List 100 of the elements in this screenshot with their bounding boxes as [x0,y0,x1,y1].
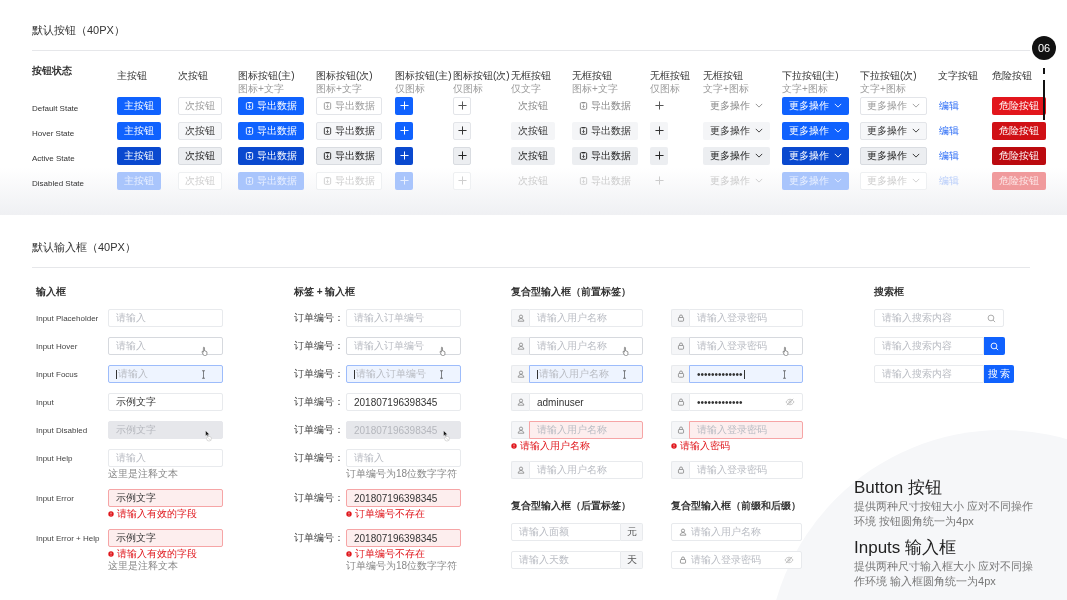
input-field[interactable]: 请输入用户名称 [529,309,643,327]
button[interactable]: 主按钮 [117,121,161,140]
button[interactable]: 次按钮 [178,121,222,140]
input-field[interactable]: 示例文字 [108,489,223,507]
input-field[interactable]: 请输入搜索内容 [874,365,984,383]
input-field[interactable]: 请输入用户名称 [671,523,802,541]
chevron-down-icon [912,128,920,133]
note-title: Button 按钮 [854,477,943,499]
group-title: 搜索框 [874,286,904,297]
error-message: 请输入有效的字段 [117,508,197,519]
input-field[interactable]: 请输入用户名称 [529,337,643,355]
input-field[interactable]: adminuser [529,393,643,411]
button[interactable]: 导出数据 [316,146,382,165]
error-icon [346,550,352,557]
input-field[interactable]: 请输入用户名称 [529,461,643,479]
user-icon [516,370,525,378]
column-subheader: 仅图标 [395,83,425,94]
input-field[interactable]: 201807196398345 [346,529,461,547]
input-field[interactable]: 请输入登录密码 [689,337,803,355]
dropdown-button[interactable]: 更多操作 [860,121,927,140]
dropdown-button[interactable]: 更多操作 [703,121,770,140]
export-icon [323,151,332,160]
field-label: Input Hover [36,341,79,351]
button[interactable] [453,121,471,140]
input-field[interactable]: ••••••••••••• [689,365,803,383]
input-field[interactable]: 请输入登录密码 [689,309,803,327]
scroll-indicator [1043,68,1045,120]
input-field[interactable]: 请输入登录密码 [689,461,803,479]
column-header: 下拉按钮(主) [782,70,839,82]
error-message: 订单编号不存在 [355,508,425,519]
column-header: 主按钮 [117,70,147,82]
input-field[interactable]: 201807196398345 [346,489,461,507]
button[interactable]: 危险按钮 [992,146,1046,165]
chevron-down-icon [834,128,842,133]
input-field[interactable]: 201807196398345 [346,393,461,411]
input-field[interactable]: 示例文字 [108,393,223,411]
button[interactable]: 次按钮 [178,96,222,115]
user-icon [516,426,525,434]
button[interactable]: 主按钮 [117,96,161,115]
user-icon [516,342,525,350]
button[interactable]: 次按钮 [511,121,555,140]
input-field[interactable]: 示例文字 [108,529,223,547]
button[interactable] [453,96,471,115]
button[interactable]: 导出数据 [316,96,382,115]
input-field[interactable]: 请输入登录密码 [671,551,802,569]
dropdown-button[interactable]: 更多操作 [703,146,770,165]
column-header: 图标按钮(主) [238,70,295,82]
button[interactable]: 导出数据 [316,121,382,140]
button[interactable]: 导出数据 [572,96,638,115]
button[interactable]: 导出数据 [238,121,304,140]
user-icon [516,398,525,406]
plus-icon [399,101,409,110]
button[interactable]: 主按钮 [117,146,161,165]
button[interactable]: 导出数据 [572,121,638,140]
input-field[interactable]: 请输入 [346,449,461,467]
button[interactable]: 次按钮 [511,146,555,165]
dropdown-button[interactable]: 更多操作 [782,121,849,140]
search-button[interactable]: 搜 索 [984,365,1014,383]
column-subheader: 文字+图标 [782,83,828,94]
button[interactable] [395,146,413,165]
column-header: 次按钮 [178,70,208,82]
group-title: 复合型输入框（后置标签） [511,500,631,511]
dropdown-button[interactable]: 更多操作 [860,96,927,115]
dropdown-button[interactable]: 更多操作 [703,96,770,115]
lock-icon [676,426,685,434]
button[interactable] [453,146,471,165]
input-field[interactable]: ••••••••••••• [689,393,803,411]
button[interactable]: 导出数据 [238,96,304,115]
plus-icon [399,176,409,185]
input-field[interactable]: 请输入面额 [511,523,621,541]
button[interactable]: 危险按钮 [992,96,1046,115]
column-subheader: 图标+文字 [316,83,362,94]
search-button[interactable] [984,337,1005,355]
input-field[interactable]: 请输入搜索内容 [874,337,984,355]
input-field[interactable]: 请输入 [108,309,223,327]
export-icon [579,101,588,110]
button[interactable]: 危险按钮 [992,121,1046,140]
button[interactable]: 导出数据 [572,146,638,165]
export-icon [245,101,254,110]
state-label: Hover State [32,128,75,138]
input-field[interactable]: 请输入 [108,449,223,467]
link[interactable]: 编辑 [938,146,960,165]
export-icon [245,151,254,160]
button[interactable]: 次按钮 [178,146,222,165]
column-subheader: 仅文字 [511,83,541,94]
button[interactable] [650,146,668,165]
button[interactable] [650,121,668,140]
dropdown-button[interactable]: 更多操作 [860,146,927,165]
button[interactable]: 导出数据 [238,146,304,165]
chevron-down-icon [834,153,842,158]
input-field[interactable]: 请输入搜索内容 [874,309,1004,327]
link[interactable]: 编辑 [938,121,960,140]
dropdown-button[interactable]: 更多操作 [782,96,849,115]
error-message: 订单编号不存在 [355,548,425,559]
dropdown-button[interactable]: 更多操作 [782,146,849,165]
input-field[interactable]: 请输入天数 [511,551,621,569]
chevron-down-icon [755,103,763,108]
button[interactable]: 次按钮 [511,96,555,115]
link[interactable]: 编辑 [938,96,960,115]
input-field[interactable]: 请输入 [108,337,223,355]
